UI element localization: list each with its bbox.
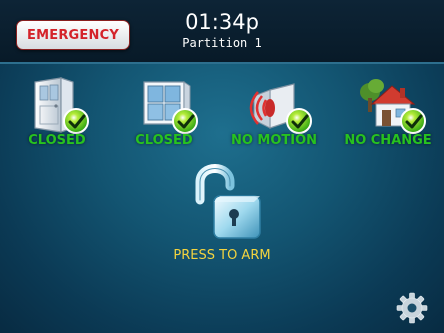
status-label-window: CLOSED	[135, 133, 193, 148]
partition-label: Partition 1	[182, 36, 262, 50]
status-tile-motion[interactable]: NO MOTION	[222, 76, 326, 152]
clock-time: 01:34p	[185, 10, 259, 34]
status-label-motion: NO MOTION	[230, 133, 318, 148]
header-bar: EMERGENCY 01:34p Partition 1	[0, 0, 444, 64]
gear-icon[interactable]	[396, 292, 428, 324]
check-ok-icon	[63, 108, 89, 134]
status-tile-house[interactable]: NO CHANGE	[336, 76, 440, 152]
security-panel-screen: EMERGENCY 01:34p Partition 1 CLOSED CLOS…	[0, 0, 444, 333]
check-ok-icon	[172, 108, 198, 134]
check-ok-icon	[400, 108, 426, 134]
status-label-house: NO CHANGE	[344, 133, 432, 148]
emergency-button[interactable]: EMERGENCY	[16, 20, 130, 50]
status-tile-door[interactable]: CLOSED	[5, 76, 109, 152]
arm-label: PRESS TO ARM	[173, 248, 271, 263]
check-ok-icon	[286, 108, 312, 134]
status-label-door: CLOSED	[28, 133, 86, 148]
status-tile-window[interactable]: CLOSED	[112, 76, 216, 152]
unlocked-padlock-icon	[195, 164, 261, 239]
